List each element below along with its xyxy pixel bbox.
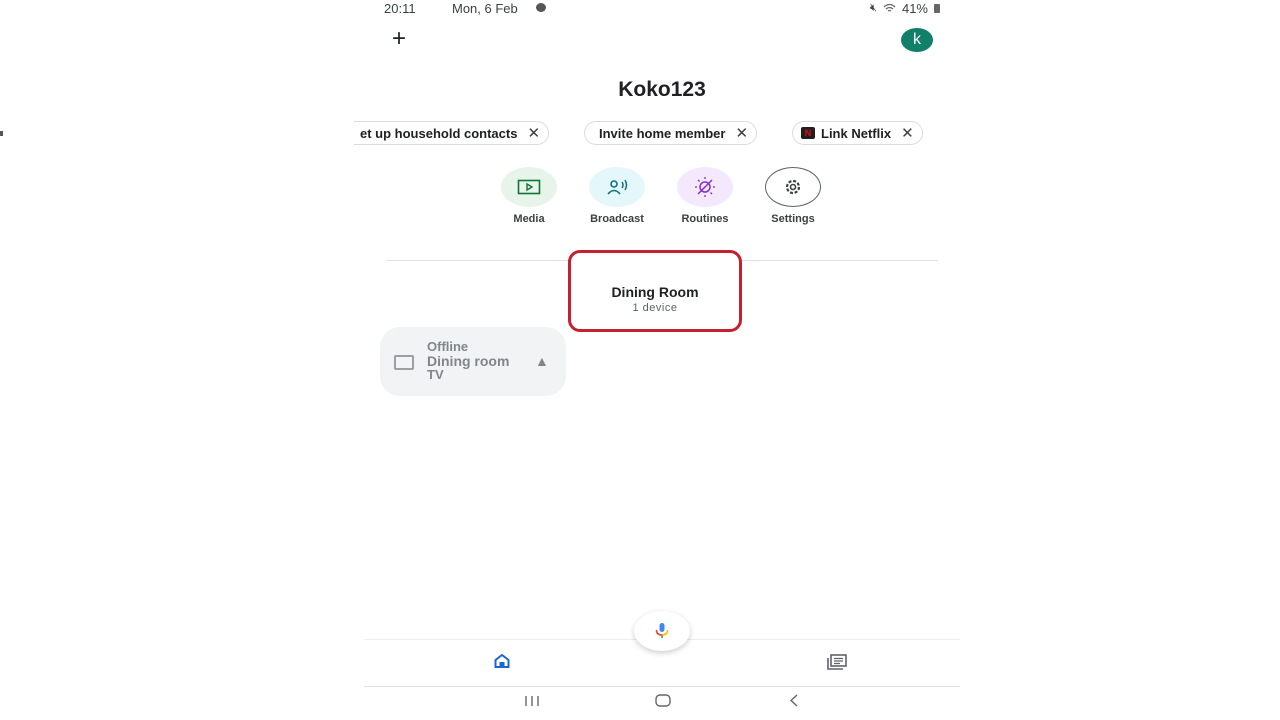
broadcast-icon <box>607 179 628 195</box>
chip-label: Invite home member <box>599 125 726 141</box>
close-icon[interactable]: ✕ <box>527 124 540 142</box>
account-avatar[interactable]: k <box>901 28 933 52</box>
routines-button[interactable]: Routines <box>677 167 733 225</box>
system-nav-divider <box>364 686 960 687</box>
warning-icon: ▲ <box>535 353 549 369</box>
device-tile-dining-room-tv[interactable]: Offline Dining room TV ▲ <box>380 327 566 396</box>
routines-icon <box>695 177 715 197</box>
mute-icon: 🔇︎ <box>870 2 877 14</box>
recents-button[interactable] <box>524 694 540 712</box>
phone-screen: 20:11 Mon, 6 Feb 🔇︎ 41% + k Koko123 et u… <box>354 0 960 720</box>
broadcast-label: Broadcast <box>590 213 644 225</box>
media-icon <box>517 179 541 195</box>
battery-percent: 41% <box>901 1 928 16</box>
settings-label: Settings <box>771 213 815 225</box>
chip-link-netflix[interactable]: N Link Netflix ✕ <box>792 121 923 145</box>
feed-icon <box>827 654 847 670</box>
recents-icon <box>525 696 539 706</box>
status-bar: 20:11 Mon, 6 Feb 🔇︎ 41% <box>384 0 940 18</box>
add-button[interactable]: + <box>388 26 410 52</box>
settings-circle <box>765 167 821 207</box>
routines-circle <box>677 167 733 207</box>
close-icon[interactable]: ✕ <box>901 124 914 142</box>
chip-household-contacts[interactable]: et up household contacts ✕ <box>354 121 550 145</box>
suggestion-chips: et up household contacts ✕ Invite home m… <box>354 121 960 145</box>
routines-label: Routines <box>681 213 729 225</box>
device-name-line1: Dining room <box>427 353 510 369</box>
netflix-logo-icon: N <box>801 127 815 139</box>
settings-icon <box>785 179 801 195</box>
home-icon <box>494 653 510 668</box>
status-right: 🔇︎ 41% <box>870 1 940 16</box>
nav-home[interactable] <box>494 653 510 673</box>
chip-label: Link Netflix <box>821 125 892 141</box>
home-title: Koko123 <box>618 78 706 101</box>
status-date: Mon, 6 Feb <box>452 1 518 16</box>
device-status: Offline <box>427 339 469 354</box>
close-icon[interactable]: ✕ <box>735 124 748 142</box>
quick-actions: Media Broadcast Routines Settings <box>501 167 821 225</box>
edge-marker <box>0 131 3 136</box>
nav-feed[interactable] <box>827 654 847 675</box>
chip-label: et up household contacts <box>360 125 518 141</box>
broadcast-circle <box>589 167 645 207</box>
back-icon <box>789 694 798 707</box>
battery-icon <box>934 4 940 13</box>
status-time: 20:11 <box>384 1 416 16</box>
broadcast-button[interactable]: Broadcast <box>589 167 645 225</box>
media-button[interactable]: Media <box>501 167 557 225</box>
settings-button[interactable]: Settings <box>765 167 821 225</box>
tv-icon <box>394 355 414 370</box>
media-label: Media <box>513 213 545 225</box>
room-name: Dining Room <box>611 284 699 300</box>
bottom-nav <box>364 640 960 686</box>
notification-icon <box>536 3 546 12</box>
device-name-line2: TV <box>427 367 444 382</box>
home-system-icon <box>655 694 671 707</box>
microphone-icon <box>655 623 669 638</box>
device-text: Offline Dining room TV <box>427 340 509 382</box>
room-device-count: 1 device <box>632 302 678 314</box>
system-nav-bar <box>364 690 960 718</box>
home-system-button[interactable] <box>655 694 671 712</box>
chip-invite-member[interactable]: Invite home member ✕ <box>584 121 758 145</box>
room-dining-room[interactable]: Dining Room 1 device <box>568 250 742 332</box>
wifi-icon <box>883 3 896 12</box>
media-circle <box>501 167 557 207</box>
back-button[interactable] <box>789 694 799 712</box>
